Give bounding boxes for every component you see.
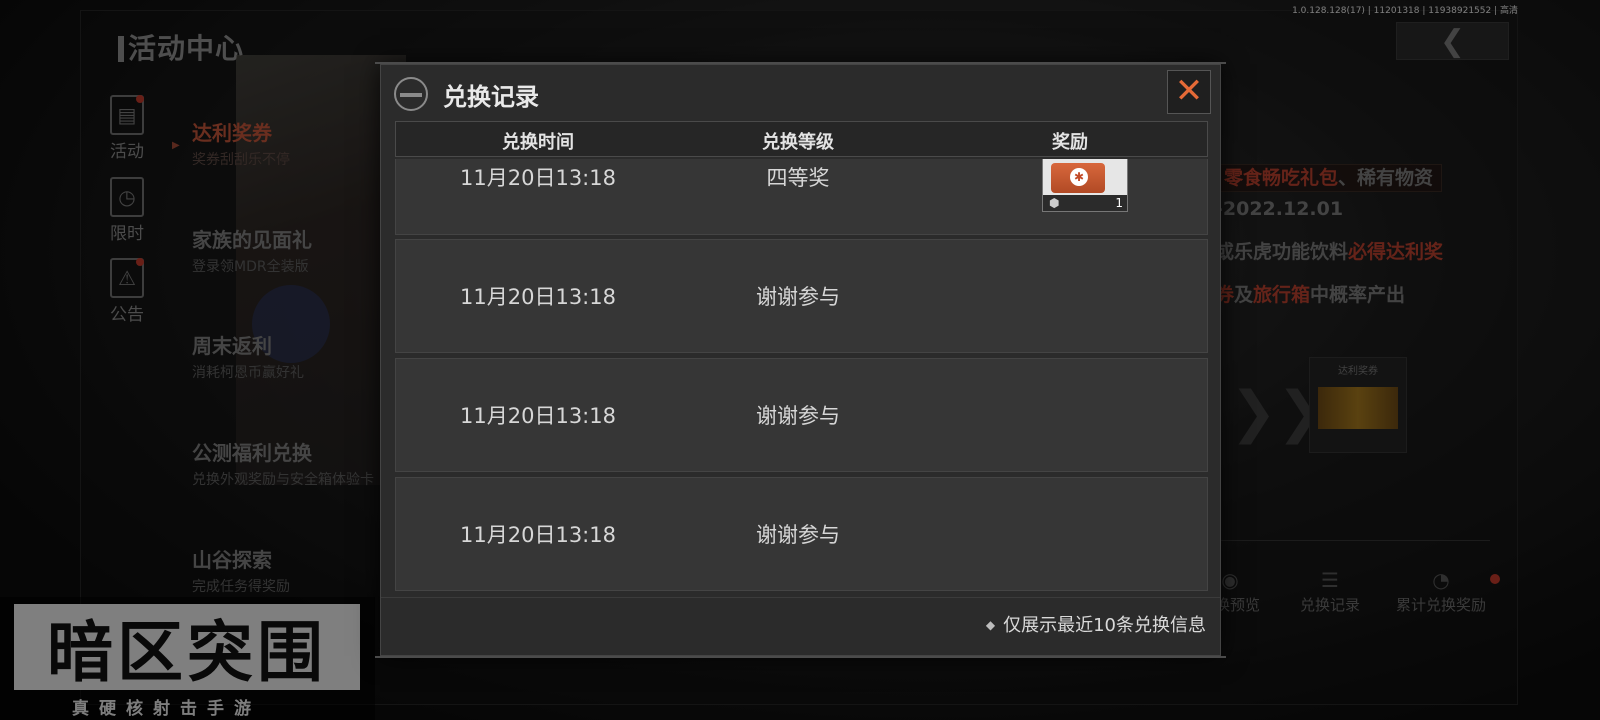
table-row: 11月20日13:18 谢谢参与 — [395, 239, 1208, 353]
globe-icon — [394, 77, 428, 111]
record-time: 11月20日13:18 — [460, 166, 616, 190]
dialog-header: 兑换记录 ✕ — [381, 65, 1220, 121]
footer-divider — [381, 597, 1220, 598]
record-level: 四等奖 — [766, 166, 830, 190]
reward-item[interactable]: ⬢ 1 — [1042, 159, 1128, 212]
close-button[interactable]: ✕ — [1167, 70, 1211, 114]
diamond-icon: ◆ — [985, 618, 996, 632]
footer-note: ◆ 仅展示最近10条兑换信息 — [986, 611, 1206, 637]
cube-icon: ⬢ — [1049, 196, 1060, 210]
table-row: 11月20日13:18 四等奖 ⬢ 1 — [395, 159, 1208, 235]
column-header-time: 兑换时间 — [502, 132, 574, 153]
column-header-reward: 奖励 — [1052, 132, 1088, 153]
table-row: 11月20日13:18 谢谢参与 — [395, 477, 1208, 591]
footer-note-text: 仅展示最近10条兑换信息 — [1003, 615, 1206, 636]
dialog-title: 兑换记录 — [443, 83, 539, 111]
records-list[interactable]: 11月20日13:18 四等奖 ⬢ 1 11月20日13:18 谢谢参与 11月… — [395, 159, 1208, 659]
table-header: 兑换时间 兑换等级 奖励 — [395, 121, 1208, 157]
record-time: 11月20日13:18 — [460, 285, 616, 309]
record-level: 谢谢参与 — [756, 285, 840, 309]
record-level: 谢谢参与 — [756, 523, 840, 547]
exchange-record-dialog: 兑换记录 ✕ 兑换时间 兑换等级 奖励 11月20日13:18 四等奖 ⬢ 1 … — [375, 62, 1226, 659]
record-time: 11月20日13:18 — [460, 404, 616, 428]
column-header-level: 兑换等级 — [762, 132, 834, 153]
record-time: 11月20日13:18 — [460, 523, 616, 547]
reward-quantity: 1 — [1115, 196, 1123, 210]
record-level: 谢谢参与 — [756, 404, 840, 428]
snack-pack-icon — [1051, 163, 1105, 193]
table-row: 11月20日13:18 谢谢参与 — [395, 358, 1208, 472]
